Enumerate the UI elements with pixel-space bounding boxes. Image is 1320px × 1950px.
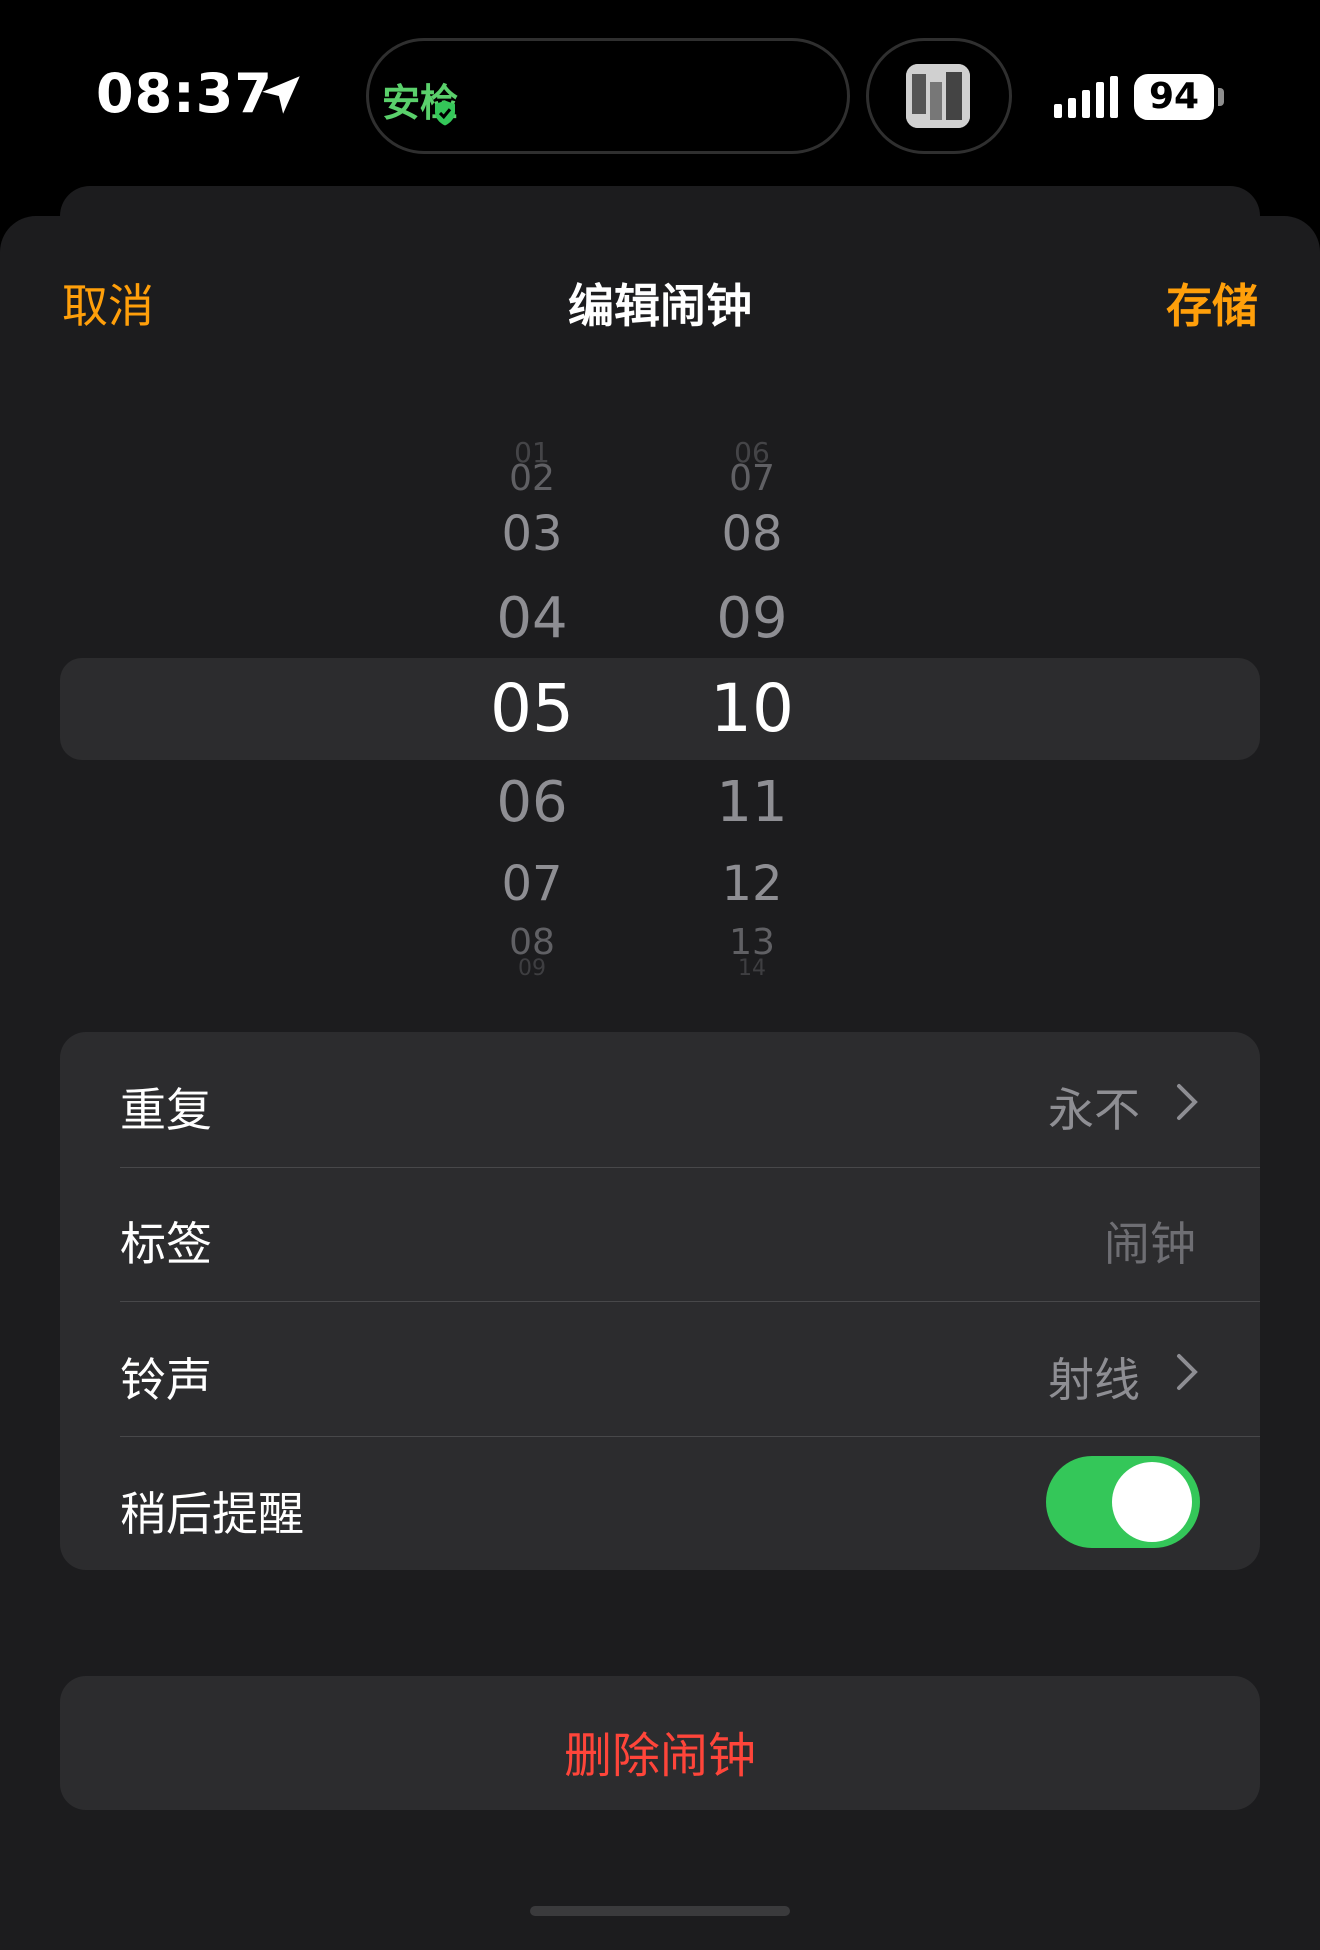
sound-value[interactable]: 射线	[1048, 1344, 1140, 1410]
hour-option[interactable]: 06	[452, 770, 612, 835]
minute-option[interactable]: 08	[672, 506, 832, 562]
chevron-right-icon	[1177, 1354, 1198, 1390]
battery-level: 94	[1148, 76, 1200, 117]
minute-option[interactable]: 07	[672, 458, 832, 499]
hour-option[interactable]: 09	[452, 956, 612, 981]
repeat-label[interactable]: 重复	[120, 1074, 212, 1140]
minute-option[interactable]: 14	[672, 956, 832, 981]
save-button[interactable]: 存储	[1166, 270, 1258, 336]
row-divider	[120, 1301, 1260, 1302]
hour-option[interactable]: 07	[452, 856, 612, 912]
now-playing-thumbnail	[906, 64, 970, 128]
minute-option[interactable]: 09	[672, 586, 832, 651]
row-divider	[120, 1436, 1260, 1437]
hour-option[interactable]: 03	[452, 506, 612, 562]
row-divider	[120, 1167, 1260, 1168]
repeat-value[interactable]: 永不	[1048, 1074, 1140, 1140]
shield-check-icon	[435, 100, 455, 126]
battery-nub	[1218, 88, 1224, 106]
status-time: 08:37	[96, 62, 273, 125]
hour-option[interactable]: 02	[452, 458, 612, 499]
cellular-signal-icon	[1054, 76, 1118, 118]
snooze-toggle-knob[interactable]	[1112, 1462, 1192, 1542]
label-row-label[interactable]: 标签	[120, 1208, 212, 1274]
label-row-input[interactable]: 闹钟	[1104, 1208, 1196, 1274]
snooze-label: 稍后提醒	[120, 1487, 304, 1541]
minute-selected[interactable]: 10	[672, 670, 832, 747]
home-indicator[interactable]	[530, 1906, 790, 1916]
hour-selected[interactable]: 05	[452, 670, 612, 747]
picker-selection-band	[60, 658, 1260, 760]
sound-label[interactable]: 铃声	[120, 1344, 212, 1410]
hour-option[interactable]: 04	[452, 586, 612, 651]
minute-option[interactable]: 12	[672, 856, 832, 912]
minute-option[interactable]: 11	[672, 770, 832, 835]
delete-alarm-label[interactable]: 删除闹钟	[60, 1716, 1260, 1786]
location-arrow-icon	[262, 76, 300, 114]
chevron-right-icon	[1177, 1084, 1198, 1120]
page-title: 编辑闹钟	[568, 279, 752, 333]
